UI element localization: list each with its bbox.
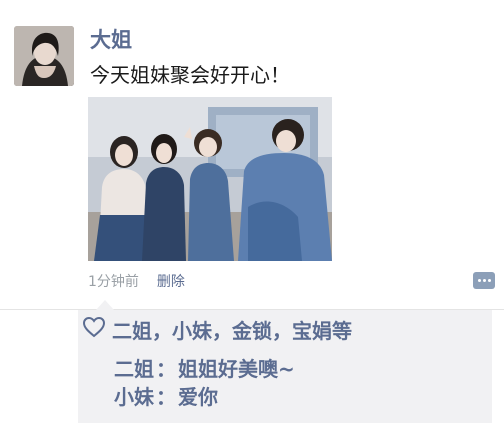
group-photo-icon xyxy=(88,97,332,261)
post-time: 1分钟前 xyxy=(88,274,139,290)
comment-author[interactable]: 小妹 xyxy=(114,385,154,409)
comment-item[interactable]: 二姐：姐姐好美噢~ xyxy=(114,356,295,382)
moments-post: 大姐 今天姐妹聚会好开心！ 1分钟前 删除 二姐，小妹，金锁，宝娟等 二姐 ： … xyxy=(0,0,504,425)
dot-icon xyxy=(478,279,481,282)
post-photo[interactable] xyxy=(88,97,332,261)
post-text: 今天姐妹聚会好开心！ xyxy=(90,63,290,87)
comment-separator: ： xyxy=(156,385,176,409)
likes-names[interactable]: 二姐，小妹，金锁，宝娟等 xyxy=(112,315,352,344)
author-name[interactable]: 大姐 xyxy=(90,27,132,53)
post-meta: 1分钟前 删除 xyxy=(88,273,185,291)
feedback-arrow xyxy=(96,300,114,310)
comment-text: 姐姐好美噢~ xyxy=(178,357,295,381)
heart-outline-icon xyxy=(82,316,106,343)
comment-separator: ： xyxy=(156,357,176,381)
comment-author[interactable]: 二姐 xyxy=(114,357,154,381)
dot-icon xyxy=(483,279,486,282)
comment-item[interactable]: 小妹：爱你 xyxy=(114,384,218,410)
comment-text: 爱你 xyxy=(178,385,218,409)
avatar-portrait-icon xyxy=(14,26,74,86)
dot-icon xyxy=(488,279,491,282)
comment-more-button[interactable] xyxy=(473,272,495,289)
author-avatar[interactable] xyxy=(14,26,74,86)
delete-link[interactable]: 删除 xyxy=(157,274,185,290)
likes-row: 二姐，小妹，金锁，宝娟等 xyxy=(82,315,352,343)
